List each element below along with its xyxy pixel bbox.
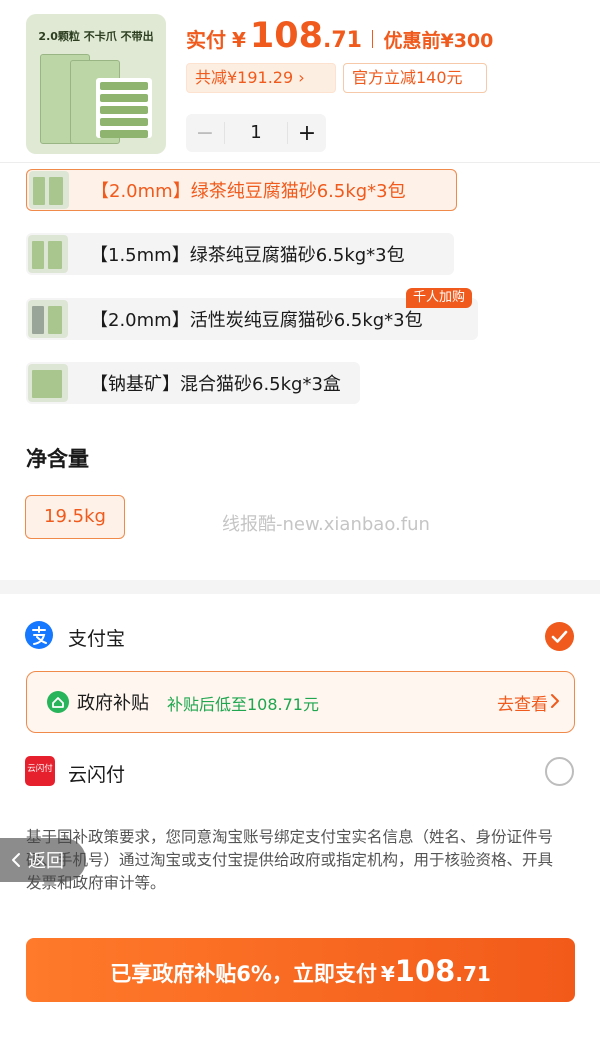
back-button[interactable]: 返回 — [0, 838, 86, 882]
variant-label: 【2.0mm】活性炭纯豆腐猫砂6.5kg*3包 — [90, 310, 423, 331]
variant-label: 【2.0mm】绿茶纯豆腐猫砂6.5kg*3包 — [91, 181, 406, 202]
variant-option[interactable]: 【1.5mm】绿茶纯豆腐猫砂6.5kg*3包 — [26, 233, 454, 275]
pay-button-currency: ¥ — [380, 962, 395, 986]
pay-button-decimal: .71 — [455, 962, 491, 986]
chevron-right-icon — [551, 694, 559, 708]
alipay-radio-checked[interactable] — [545, 622, 574, 651]
price-currency: ¥ — [232, 28, 246, 52]
consent-notice: 基于国补政策要求，您同意淘宝账号绑定支付宝实名信息（姓名、身份证件号码、手机号）… — [26, 828, 554, 892]
popular-badge: 千人加购 — [406, 288, 473, 308]
product-thumbnail[interactable]: 2.0颗粒 不卡爪 不带出 — [26, 14, 166, 154]
variant-label: 【钠基矿】混合猫砂6.5kg*3盒 — [90, 374, 341, 395]
package-label-image — [96, 78, 152, 138]
variant-thumbnail — [28, 300, 68, 338]
chevron-left-icon — [12, 853, 20, 867]
unionpay-radio[interactable] — [545, 757, 574, 786]
quantity-value[interactable]: 1 — [224, 122, 288, 144]
unionpay-label[interactable]: 云闪付 — [68, 760, 125, 787]
subsidy-icon — [47, 691, 69, 713]
subsidy-title: 政府补贴 — [77, 693, 149, 714]
variant-thumbnail — [29, 171, 69, 209]
official-discount-chip: 官方立减140元 — [343, 63, 487, 93]
unionpay-icon: 云闪付 — [25, 756, 55, 786]
price-integer: 108 — [249, 16, 323, 56]
government-subsidy-banner[interactable]: 政府补贴 补贴后低至108.71元 去查看 — [26, 671, 575, 733]
section-divider — [0, 580, 600, 594]
net-content-title: 净含量 — [26, 447, 89, 471]
original-price: 优惠前¥300 — [383, 30, 494, 52]
variant-option[interactable]: 【钠基矿】混合猫砂6.5kg*3盒 — [26, 362, 360, 404]
alipay-icon — [25, 621, 53, 649]
unionpay-icon-text: 云闪付 — [27, 763, 53, 774]
thumbnail-caption: 2.0颗粒 不卡爪 不带出 — [38, 30, 154, 43]
price-line: 实付 ¥ 108 .71 优惠前¥300 — [186, 16, 493, 62]
variant-thumbnail — [28, 235, 68, 273]
pay-button-text: 已享政府补贴6%，立即支付 — [110, 962, 377, 986]
back-label: 返回 — [28, 851, 64, 872]
watermark: 线报酷-new.xianbao.fun — [222, 514, 430, 535]
variant-option[interactable]: 【2.0mm】绿茶纯豆腐猫砂6.5kg*3包 — [26, 169, 457, 211]
increase-button[interactable]: + — [288, 121, 326, 146]
decrease-button[interactable]: − — [186, 121, 224, 146]
variant-label: 【1.5mm】绿茶纯豆腐猫砂6.5kg*3包 — [90, 245, 405, 266]
quantity-stepper: − 1 + — [186, 114, 326, 152]
divider — [0, 162, 600, 163]
pay-now-button[interactable]: 已享政府补贴6%，立即支付 ¥ 108 .71 — [26, 938, 575, 1002]
alipay-label[interactable]: 支付宝 — [68, 624, 125, 651]
divider — [371, 30, 374, 48]
pay-button-integer: 108 — [394, 954, 456, 988]
paid-label: 实付 — [186, 28, 226, 52]
variant-thumbnail — [28, 364, 68, 402]
subsidy-description: 补贴后低至108.71元 — [167, 695, 319, 714]
view-subsidy-link[interactable]: 去查看 — [497, 690, 548, 715]
discount-detail-chip[interactable]: 共减¥191.29 › — [186, 63, 336, 93]
net-content-option[interactable]: 19.5kg — [25, 495, 125, 539]
price-decimal: .71 — [322, 28, 362, 53]
